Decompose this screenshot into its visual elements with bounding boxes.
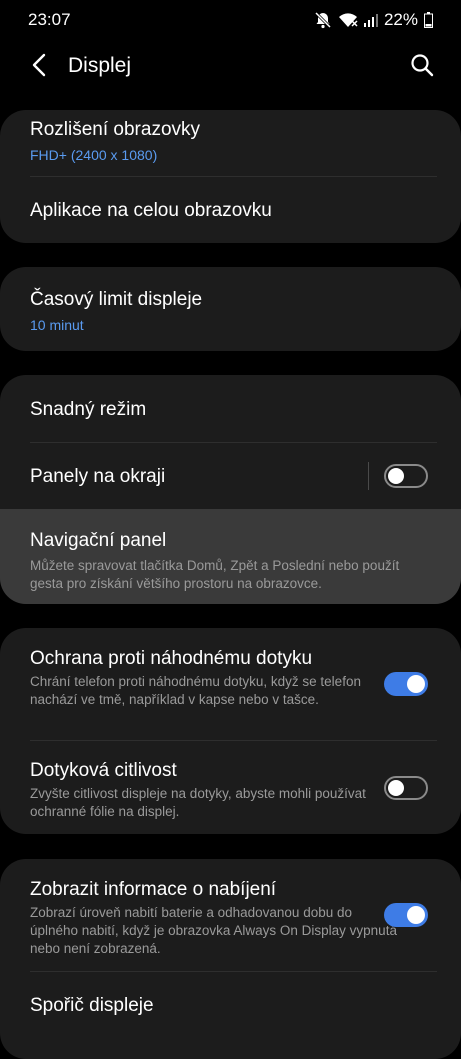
card-timeout: Časový limit displeje 10 minut <box>0 267 461 351</box>
edge-panels-toggle[interactable] <box>384 464 428 488</box>
touch-sensitivity-toggle[interactable] <box>384 776 428 800</box>
timeout-title: Časový limit displeje <box>30 289 203 310</box>
accidental-touch-title: Ochrana proti náhodnému dotyku <box>30 648 313 669</box>
card-charging: Zobrazit informace o nabíjení Zobrazí úr… <box>0 859 461 1059</box>
timeout-item[interactable]: Časový limit displeje 10 minut <box>0 267 461 351</box>
app-bar: Displej <box>0 40 461 94</box>
card-modes: Snadný režim Panely na okraji Navigační … <box>0 375 461 604</box>
status-time: 23:07 <box>28 10 71 29</box>
signal-icon <box>363 13 378 27</box>
toggle-knob <box>388 468 404 484</box>
search-button[interactable] <box>407 52 437 82</box>
battery-percent: 22% <box>383 10 418 29</box>
screen-saver-title: Spořič displeje <box>30 995 154 1016</box>
edge-panels-item[interactable]: Panely na okraji <box>0 443 461 509</box>
charging-info-toggle[interactable] <box>384 903 428 927</box>
navigation-bar-title: Navigační panel <box>30 530 167 551</box>
easy-mode-title: Snadný režim <box>30 399 147 420</box>
back-button[interactable] <box>24 52 54 82</box>
charging-info-title: Zobrazit informace o nabíjení <box>30 879 277 900</box>
vertical-separator <box>368 462 369 490</box>
resolution-title: Rozlišení obrazovky <box>30 119 201 140</box>
easy-mode-item[interactable]: Snadný režim <box>0 375 461 442</box>
touch-sensitivity-item[interactable]: Dotyková citlivost Zvyšte citlivost disp… <box>0 741 461 834</box>
toggle-knob <box>388 780 404 796</box>
accidental-touch-toggle[interactable] <box>384 672 428 696</box>
battery-icon <box>424 12 433 28</box>
back-arrow-icon <box>31 53 47 82</box>
card-screen: Rozlišení obrazovky FHD+ (2400 x 1080) A… <box>0 110 461 243</box>
mute-icon <box>314 11 332 29</box>
timeout-value: 10 minut <box>30 317 84 333</box>
status-icons: 22% <box>314 10 433 30</box>
wifi-icon <box>338 12 358 28</box>
card-touch: Ochrana proti náhodnému dotyku Chrání te… <box>0 628 461 834</box>
navigation-bar-item[interactable]: Navigační panel Můžete spravovat tlačítk… <box>0 509 461 604</box>
toggle-knob <box>407 906 425 924</box>
navigation-bar-desc: Můžete spravovat tlačítka Domů, Zpět a P… <box>30 558 400 591</box>
resolution-value: FHD+ (2400 x 1080) <box>30 147 158 163</box>
resolution-item[interactable]: Rozlišení obrazovky FHD+ (2400 x 1080) <box>0 110 461 176</box>
toggle-knob <box>407 675 425 693</box>
screen-saver-item[interactable]: Spořič displeje <box>0 972 461 1032</box>
fullscreen-apps-item[interactable]: Aplikace na celou obrazovku <box>0 177 461 243</box>
fullscreen-apps-title: Aplikace na celou obrazovku <box>30 200 272 221</box>
status-bar: 23:07 22% <box>0 0 461 40</box>
charging-info-item[interactable]: Zobrazit informace o nabíjení Zobrazí úr… <box>0 859 461 971</box>
search-icon <box>410 53 434 82</box>
accidental-touch-item[interactable]: Ochrana proti náhodnému dotyku Chrání te… <box>0 628 461 740</box>
page-title: Displej <box>68 54 132 77</box>
